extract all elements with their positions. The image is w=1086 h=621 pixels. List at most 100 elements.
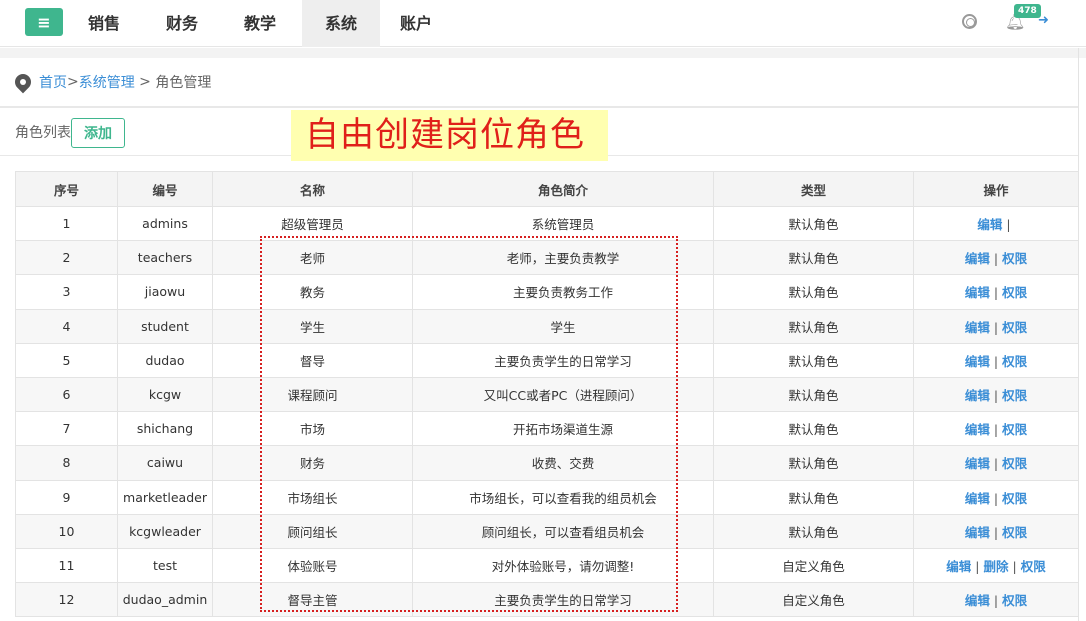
cell-name: 督导主管 xyxy=(212,582,413,618)
edit-link[interactable]: 编辑 xyxy=(965,388,990,403)
table-row: 2 teachers 老师 老师，主要负责教学 默认角色 编辑 | 权限 xyxy=(15,240,1079,276)
edit-link[interactable]: 编辑 xyxy=(965,491,990,506)
cell-no: 2 xyxy=(15,240,118,276)
edit-link[interactable]: 编辑 xyxy=(965,320,990,335)
cell-type: 默认角色 xyxy=(713,376,914,413)
permission-link[interactable]: 权限 xyxy=(1002,354,1027,369)
header-description: 角色简介 xyxy=(412,171,714,207)
header-name: 名称 xyxy=(212,171,413,207)
cell-code: kcgw xyxy=(117,376,213,413)
cell-name: 市场组长 xyxy=(212,479,413,515)
permission-link[interactable]: 权限 xyxy=(1002,320,1027,335)
cell-type: 默认角色 xyxy=(713,513,914,549)
nav-finance[interactable]: 财务 xyxy=(149,0,215,47)
table-row: 7 shichang 市场 开拓市场渠道生源 默认角色 编辑 | 权限 xyxy=(15,411,1079,447)
nav-account[interactable]: 账户 xyxy=(383,0,449,47)
header-no: 序号 xyxy=(15,171,118,207)
breadcrumb-current: 角色管理 xyxy=(155,75,212,91)
edit-link[interactable]: 编辑 xyxy=(965,593,990,608)
cell-actions: 编辑 | 权限 xyxy=(913,513,1079,549)
permission-link[interactable]: 权限 xyxy=(1002,285,1027,300)
cell-code: dudao_admin xyxy=(117,582,213,618)
cell-type: 默认角色 xyxy=(713,240,914,276)
edit-link[interactable]: 编辑 xyxy=(965,422,990,437)
cell-no: 11 xyxy=(15,547,118,584)
edit-link[interactable]: 编辑 xyxy=(965,354,990,369)
cell-name: 财务 xyxy=(212,445,413,481)
table-row: 1 admins 超级管理员 系统管理员 默认角色 编辑 | xyxy=(15,205,1079,242)
edit-link[interactable]: 编辑 xyxy=(965,456,990,471)
cell-name: 督导 xyxy=(212,342,413,378)
breadcrumb-system[interactable]: 系统管理 xyxy=(79,72,135,92)
breadcrumb-home[interactable]: 首页 xyxy=(39,72,67,92)
cell-code: teachers xyxy=(117,240,213,276)
logout-icon[interactable]: ➜ xyxy=(1038,13,1049,28)
action-separator: | xyxy=(993,422,999,438)
cell-actions: 编辑 | 权限 xyxy=(913,274,1079,310)
cell-desc: 主要负责学生的日常学习 xyxy=(412,582,714,618)
cell-type: 默认角色 xyxy=(713,342,914,378)
cell-no: 12 xyxy=(15,582,118,618)
permission-link[interactable]: 权限 xyxy=(1021,559,1046,574)
hamburger-icon[interactable]: ≡ xyxy=(25,8,63,36)
permission-link[interactable]: 权限 xyxy=(1002,525,1027,540)
cell-code: kcgwleader xyxy=(117,513,213,549)
cell-actions: 编辑 | 权限 xyxy=(913,308,1079,344)
action-separator: | xyxy=(993,490,999,506)
cell-name: 市场 xyxy=(212,411,413,447)
cell-desc: 系统管理员 xyxy=(412,205,714,242)
action-separator: | xyxy=(993,593,999,609)
cell-actions: 编辑 | 权限 xyxy=(913,376,1079,413)
nav-system[interactable]: 系统 xyxy=(302,0,380,47)
cell-desc: 主要负责教务工作 xyxy=(412,274,714,310)
cell-actions: 编辑 | 权限 xyxy=(913,411,1079,447)
breadcrumb-separator: > xyxy=(67,74,79,90)
cell-code: admins xyxy=(117,205,213,242)
nav-sales[interactable]: 销售 xyxy=(71,0,137,47)
edit-link[interactable]: 编辑 xyxy=(965,251,990,266)
cell-desc: 开拓市场渠道生源 xyxy=(412,411,714,447)
support-icon[interactable] xyxy=(962,14,977,29)
permission-link[interactable]: 权限 xyxy=(1002,422,1027,437)
cell-type: 默认角色 xyxy=(713,479,914,515)
edit-link[interactable]: 编辑 xyxy=(965,285,990,300)
cell-no: 7 xyxy=(15,411,118,447)
cell-desc: 对外体验账号，请勿调整! xyxy=(412,547,714,584)
action-separator: | xyxy=(1012,558,1017,574)
cell-code: test xyxy=(117,547,213,584)
cell-code: dudao xyxy=(117,342,213,378)
header-spacer xyxy=(0,48,1086,58)
notification-badge: 478 xyxy=(1014,4,1041,18)
role-list-label: 角色列表 xyxy=(15,125,71,141)
cell-no: 3 xyxy=(15,274,118,310)
edit-link[interactable]: 编辑 xyxy=(946,559,971,574)
table-header-row: 序号 编号 名称 角色简介 类型 操作 xyxy=(15,171,1079,207)
cell-no: 1 xyxy=(15,205,118,242)
cell-code: jiaowu xyxy=(117,274,213,310)
permission-link[interactable]: 权限 xyxy=(1002,491,1027,506)
cell-code: shichang xyxy=(117,411,213,447)
cell-name: 教务 xyxy=(212,274,413,310)
permission-link[interactable]: 权限 xyxy=(1002,593,1027,608)
role-table: 序号 编号 名称 角色简介 类型 操作 1 admins 超级管理员 系统管理员 默认角… xyxy=(15,171,1079,618)
cell-no: 4 xyxy=(15,308,118,344)
permission-link[interactable]: 权限 xyxy=(1002,388,1027,403)
permission-link[interactable]: 权限 xyxy=(1002,251,1027,266)
cell-type: 默认角色 xyxy=(713,445,914,481)
edit-link[interactable]: 编辑 xyxy=(965,525,990,540)
cell-no: 9 xyxy=(15,479,118,515)
header-actions: 操作 xyxy=(913,171,1079,207)
action-separator: | xyxy=(993,524,999,540)
cell-desc: 又叫CC或者PC（进程顾问） xyxy=(412,376,714,413)
cell-actions: 编辑 | 权限 xyxy=(913,479,1079,515)
breadcrumb: 首页 > 系统管理 > 角色管理 xyxy=(11,70,212,94)
cell-actions: 编辑 | xyxy=(913,205,1079,242)
cell-no: 10 xyxy=(15,513,118,549)
permission-link[interactable]: 权限 xyxy=(1002,456,1027,471)
cell-desc: 学生 xyxy=(412,308,714,344)
add-role-button[interactable]: 添加 xyxy=(71,118,125,148)
delete-link[interactable]: 删除 xyxy=(983,559,1008,574)
action-separator: | xyxy=(993,285,999,301)
nav-teaching[interactable]: 教学 xyxy=(227,0,293,47)
edit-link[interactable]: 编辑 xyxy=(977,217,1002,232)
